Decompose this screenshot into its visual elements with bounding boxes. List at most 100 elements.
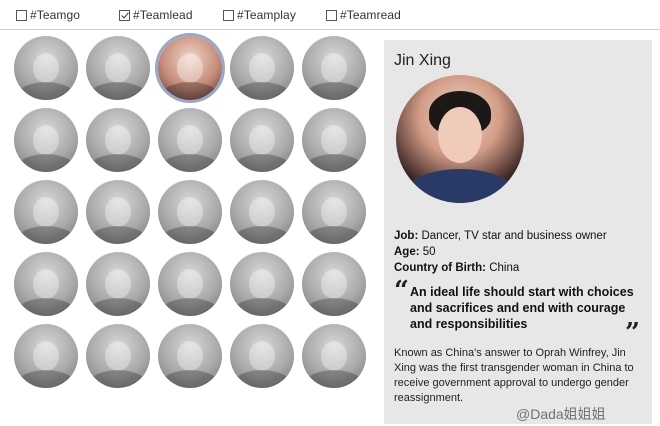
avatar[interactable] xyxy=(158,180,222,244)
avatar[interactable] xyxy=(14,180,78,244)
face-shape xyxy=(105,269,131,299)
shoulder-shape xyxy=(161,154,219,172)
shoulder-shape xyxy=(161,370,219,388)
avatar-grid xyxy=(14,33,374,398)
face-shape xyxy=(177,197,203,227)
filter-label: #Teamread xyxy=(340,8,401,22)
filter-teamgo[interactable]: #Teamgo xyxy=(16,8,80,22)
avatar[interactable] xyxy=(302,108,366,172)
avatar[interactable] xyxy=(158,324,222,388)
shoulder-shape xyxy=(17,154,75,172)
shoulder-shape xyxy=(17,82,75,100)
filter-teamplay[interactable]: #Teamplay xyxy=(223,8,296,22)
country-row: Country of Birth: China xyxy=(394,260,644,276)
face-shape xyxy=(249,341,275,371)
face-shape xyxy=(33,341,59,371)
close-quote-icon: ” xyxy=(625,318,640,348)
profile-name: Jin Xing xyxy=(394,52,451,69)
face-shape xyxy=(321,197,347,227)
age-value: 50 xyxy=(422,246,436,258)
job-value: Dancer, TV star and business owner xyxy=(421,230,607,242)
open-quote-icon: “ xyxy=(394,276,409,306)
face-shape xyxy=(33,125,59,155)
shoulder-shape xyxy=(17,226,75,244)
country-key: Country of Birth: xyxy=(394,262,486,274)
shoulder-shape xyxy=(233,370,291,388)
shoulder-shape xyxy=(305,370,363,388)
shoulder-shape xyxy=(89,226,147,244)
avatar[interactable] xyxy=(158,108,222,172)
avatar[interactable] xyxy=(302,324,366,388)
shoulder-shape xyxy=(161,298,219,316)
country-value: China xyxy=(489,262,520,274)
face-shape xyxy=(33,197,59,227)
avatar[interactable] xyxy=(158,252,222,316)
shoulder-shape xyxy=(305,226,363,244)
teamread-checkbox[interactable] xyxy=(326,9,337,21)
avatar[interactable] xyxy=(14,108,78,172)
filter-teamread[interactable]: #Teamread xyxy=(326,8,401,22)
face-shape xyxy=(249,269,275,299)
avatar[interactable] xyxy=(86,108,150,172)
face-shape xyxy=(177,53,203,83)
avatar[interactable] xyxy=(302,180,366,244)
portrait-face-shape xyxy=(438,107,482,163)
avatar-selected[interactable] xyxy=(155,33,225,103)
avatar[interactable] xyxy=(14,324,78,388)
watermark: @Dada姐姐姐 xyxy=(516,406,606,422)
face-shape xyxy=(105,341,131,371)
avatar[interactable] xyxy=(230,108,294,172)
face-shape xyxy=(177,269,203,299)
face-shape xyxy=(249,125,275,155)
avatar[interactable] xyxy=(86,36,150,100)
avatar[interactable] xyxy=(86,252,150,316)
job-row: Job: Dancer, TV star and business owner xyxy=(394,228,644,244)
face-shape xyxy=(321,269,347,299)
profile-panel: Jin Xing Job: Dancer, TV star and busine… xyxy=(384,40,652,424)
shoulder-shape xyxy=(161,226,219,244)
avatar[interactable] xyxy=(86,324,150,388)
portrait-dress-shape xyxy=(401,169,519,203)
filter-label: #Teamgo xyxy=(30,8,81,22)
face-shape xyxy=(321,53,347,83)
quote-text: An ideal life should start with choices … xyxy=(410,285,634,331)
quote-block: “ An ideal life should start with choice… xyxy=(394,276,644,348)
avatar[interactable] xyxy=(302,252,366,316)
shoulder-shape xyxy=(233,154,291,172)
teamgo-checkbox[interactable] xyxy=(16,9,27,21)
shoulder-shape xyxy=(17,298,75,316)
shoulder-shape xyxy=(305,82,363,100)
shoulder-shape xyxy=(233,226,291,244)
face-shape xyxy=(33,53,59,83)
shoulder-shape xyxy=(89,370,147,388)
face-shape xyxy=(177,341,203,371)
face-shape xyxy=(33,269,59,299)
filter-label: #Teamlead xyxy=(133,8,193,22)
shoulder-shape xyxy=(233,298,291,316)
avatar[interactable] xyxy=(230,252,294,316)
face-shape xyxy=(177,125,203,155)
job-key: Job: xyxy=(394,230,419,242)
shoulder-shape xyxy=(17,370,75,388)
avatar[interactable] xyxy=(14,252,78,316)
avatar[interactable] xyxy=(14,36,78,100)
face-shape xyxy=(321,125,347,155)
face-shape xyxy=(105,125,131,155)
shoulder-shape xyxy=(233,82,291,100)
shoulder-shape xyxy=(161,82,219,100)
shoulder-shape xyxy=(305,298,363,316)
teamplay-checkbox[interactable] xyxy=(223,9,234,21)
filter-bar: #Teamgo #Teamlead #Teamplay #Teamread xyxy=(0,0,660,30)
avatar[interactable] xyxy=(302,36,366,100)
age-row: Age: 50 xyxy=(394,244,644,260)
shoulder-shape xyxy=(305,154,363,172)
avatar[interactable] xyxy=(230,324,294,388)
avatar[interactable] xyxy=(86,180,150,244)
avatar[interactable] xyxy=(230,36,294,100)
shoulder-shape xyxy=(89,82,147,100)
teamlead-checkbox[interactable] xyxy=(119,9,130,21)
profile-portrait xyxy=(396,75,524,203)
avatar[interactable] xyxy=(230,180,294,244)
filter-teamlead[interactable]: #Teamlead xyxy=(119,8,193,22)
face-shape xyxy=(105,197,131,227)
